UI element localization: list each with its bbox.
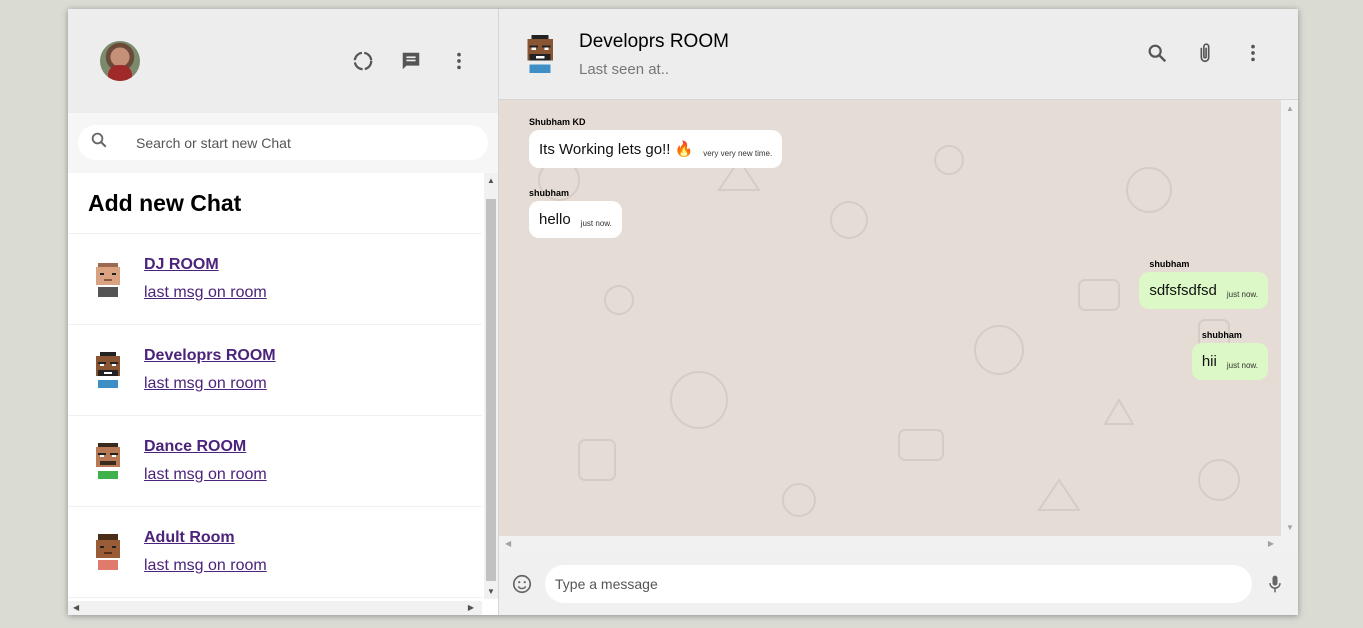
scroll-up-arrow-icon[interactable]: ▲ (1286, 104, 1294, 113)
message-time: just now. (1226, 290, 1258, 299)
room-avatar-icon[interactable] (523, 34, 557, 74)
chat-name[interactable]: Adult Room (144, 529, 267, 547)
user-avatar[interactable] (100, 41, 140, 81)
message-input[interactable] (545, 565, 1252, 603)
message-time: just now. (1226, 361, 1258, 370)
sidebar-header (68, 9, 498, 113)
chat-name[interactable]: Dance ROOM (144, 438, 267, 456)
emoji-icon[interactable] (511, 573, 533, 595)
message-author: Shubham KD (529, 117, 586, 127)
chat-vertical-scrollbar[interactable]: ▲ ▼ (1281, 100, 1298, 536)
chat-footer (499, 553, 1298, 615)
message-outgoing: shubham hii just now. (1191, 330, 1268, 380)
message-incoming: shubham hello just now. (529, 188, 622, 238)
chat-item-adult-room[interactable]: Adult Room last msg on room (68, 507, 482, 598)
room-avatar-icon (96, 263, 120, 297)
add-new-chat[interactable]: Add new Chat (68, 173, 482, 234)
last-seen: Last seen at.. (579, 60, 670, 78)
room-title: Developrs ROOM (579, 30, 729, 52)
chat-last-message[interactable]: last msg on room (144, 557, 267, 575)
chat-name[interactable]: DJ ROOM (144, 256, 267, 274)
search-input[interactable] (134, 133, 438, 152)
search-box (78, 125, 488, 160)
message-text: hii (1201, 353, 1217, 370)
chat-messages: Shubham KD Its Working lets go!! 🔥 very … (499, 100, 1298, 536)
scrollbar-thumb[interactable] (486, 199, 496, 581)
new-chat-icon[interactable] (400, 50, 422, 72)
chat-last-message[interactable]: last msg on room (144, 375, 276, 393)
menu-icon[interactable] (448, 50, 470, 72)
message-bubble: hello just now. (529, 201, 622, 238)
menu-icon[interactable] (1242, 42, 1264, 64)
sidebar: Add new Chat DJ ROOM last msg on room (68, 9, 499, 615)
message-bubble: Its Working lets go!! 🔥 very very new ti… (529, 130, 783, 168)
search-icon[interactable] (1146, 42, 1168, 64)
chat-header: Developrs ROOM Last seen at.. (499, 9, 1298, 100)
chat-item-dance-room[interactable]: Dance ROOM last msg on room (68, 416, 482, 507)
scroll-left-arrow-icon[interactable]: ◀ (505, 539, 511, 548)
attach-icon[interactable] (1194, 42, 1216, 64)
sidebar-vertical-scrollbar[interactable]: ▲ ▼ (484, 173, 498, 599)
message-incoming: Shubham KD Its Working lets go!! 🔥 very … (529, 117, 783, 168)
scroll-down-arrow-icon[interactable]: ▼ (487, 587, 495, 596)
search-icon (90, 131, 108, 154)
chat-item-developrs-room[interactable]: Developrs ROOM last msg on room (68, 325, 482, 416)
message-text: hello (539, 211, 571, 228)
room-avatar-icon (96, 534, 120, 570)
app-window: Add new Chat DJ ROOM last msg on room (68, 9, 1298, 615)
chat-last-message[interactable]: last msg on room (144, 284, 267, 302)
message-bubble: sdfsfsdfsd just now. (1139, 272, 1268, 309)
chat-pane: Developrs ROOM Last seen at.. Shubham KD… (499, 9, 1298, 615)
scroll-left-arrow-icon[interactable]: ◀ (73, 603, 79, 612)
room-avatar-icon (96, 352, 120, 388)
scroll-right-arrow-icon[interactable]: ▶ (468, 603, 474, 612)
message-time: very very new time. (703, 149, 773, 158)
message-time: just now. (580, 219, 612, 228)
sidebar-horizontal-scrollbar[interactable]: ◀ ▶ (68, 601, 482, 615)
message-author: shubham (1201, 330, 1242, 340)
room-avatar-icon (96, 443, 120, 479)
status-icon[interactable] (352, 50, 374, 72)
chat-name[interactable]: Developrs ROOM (144, 347, 276, 365)
add-new-chat-label: Add new Chat (88, 189, 242, 216)
message-text: sdfsfsdfsd (1149, 282, 1217, 299)
message-bubble: hii just now. (1191, 343, 1268, 380)
mic-icon[interactable] (1264, 573, 1286, 595)
chat-item-dj-room[interactable]: DJ ROOM last msg on room (68, 234, 482, 325)
scroll-right-arrow-icon[interactable]: ▶ (1268, 539, 1274, 548)
scroll-down-arrow-icon[interactable]: ▼ (1286, 523, 1294, 532)
chat-list: Add new Chat DJ ROOM last msg on room De… (68, 173, 498, 615)
message-author: shubham (1149, 259, 1190, 269)
chat-last-message[interactable]: last msg on room (144, 466, 267, 484)
chat-horizontal-scrollbar[interactable]: ◀ ▶ (499, 536, 1298, 553)
message-outgoing: shubham sdfsfsdfsd just now. (1139, 259, 1268, 309)
search-container (68, 113, 498, 173)
message-text: Its Working lets go!! 🔥 (539, 141, 694, 158)
message-author: shubham (529, 188, 570, 198)
scroll-up-arrow-icon[interactable]: ▲ (487, 176, 495, 185)
